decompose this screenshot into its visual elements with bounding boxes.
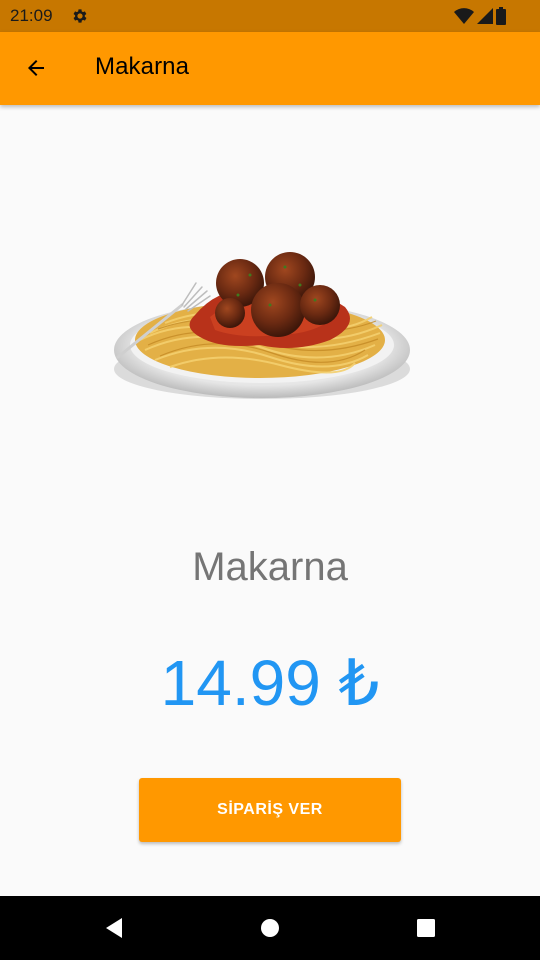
battery-icon (496, 7, 506, 25)
product-image (114, 252, 410, 399)
recents-square-icon[interactable] (414, 916, 438, 940)
product-price: 14.99 ₺ (160, 647, 380, 719)
app-bar: Makarna (0, 32, 540, 105)
arrow-back-icon (28, 60, 44, 76)
back-triangle-icon[interactable] (102, 916, 126, 940)
status-icons (454, 7, 506, 25)
product-name: Makarna (192, 545, 348, 589)
wifi-icon (454, 8, 474, 24)
page-title: Makarna (95, 53, 190, 80)
home-circle-icon[interactable] (258, 916, 282, 940)
order-button[interactable]: SİPARİŞ VER (139, 778, 401, 842)
signal-icon (477, 8, 493, 24)
gear-icon (73, 9, 87, 23)
navigation-bar (0, 896, 540, 960)
back-button[interactable] (16, 48, 56, 88)
status-time: 21:09 (10, 6, 53, 25)
status-bar: 21:09 (0, 0, 540, 32)
